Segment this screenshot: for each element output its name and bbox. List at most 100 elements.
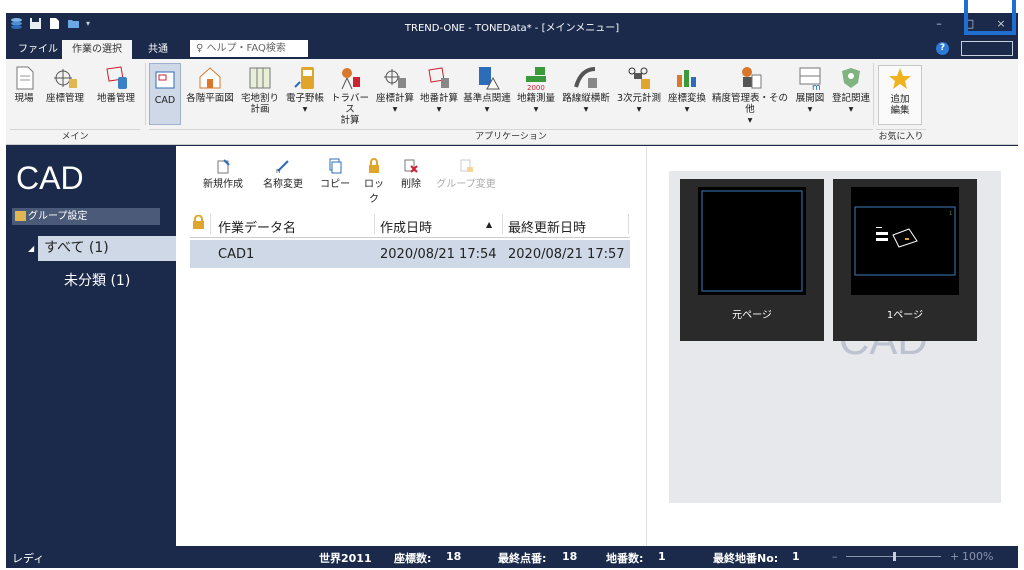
tab-file[interactable]: ファイル [8,40,68,59]
registration-dropdown: ▾ [848,104,854,115]
control-point-icon [479,67,500,90]
column-separator [374,214,375,234]
column-header-updated[interactable]: 最終更新日時 [508,217,586,236]
group-settings-button[interactable]: グループ設定 [12,208,160,225]
thumbnail-original-page[interactable]: 元ページ [680,179,824,341]
group-settings-label: グループ設定 [28,211,88,222]
cadastral-dropdown: ▾ [533,104,539,115]
help-search-placeholder: ヘルプ・FAQ検索 [206,43,286,54]
help-icon[interactable]: ? [936,42,949,55]
thumbnail-label: 1ページ [886,310,924,321]
table-header: 作業データ名 作成日時 ▲ 最終更新日時 [190,212,630,238]
copy-icon [329,158,342,174]
star-icon [889,68,911,89]
sidebar-title: CAD [16,160,84,196]
control-point-button[interactable]: 基準点関連 ▾ [461,65,513,115]
lot-plan-button[interactable]: 宅地割り 計画 [237,65,283,115]
svg-text:n: n [276,167,280,174]
lot-manage-button[interactable]: 地番管理 [92,65,140,104]
registration-button[interactable]: 登記関連 ▾ [829,65,873,115]
tree-item-all[interactable]: すべて (1) [38,236,176,261]
tab-common[interactable]: 共通 [138,40,178,59]
menu-bar: ファイル 作業の選択 共通 ♀ ヘルプ・FAQ検索 ? [6,37,1018,59]
tree-expand-arrow-icon[interactable]: ◢ [28,244,34,253]
zoom-in-button[interactable]: + [950,550,959,563]
3d-measure-button[interactable]: 3次元計測 ▾ [613,65,665,115]
account-box[interactable] [961,41,1013,56]
lot-calc-icon [428,67,449,88]
new-icon [217,159,230,174]
development-icon: m [799,67,821,91]
lock-icon [369,158,379,173]
coord-calc-icon [384,69,406,88]
lock-button[interactable]: ロック [360,158,388,205]
minimize-button[interactable]: – [929,17,949,30]
copy-button[interactable]: コピー [318,158,352,190]
lightbulb-icon: ♀ [196,43,207,54]
traverse-button[interactable]: トラバース 計算 [327,65,373,126]
accuracy-table-button[interactable]: 精度管理表・その他 ▾ [709,65,791,126]
svg-text:1: 1 [949,211,952,217]
accuracy-icon [742,67,762,89]
traverse-icon [341,68,360,90]
site-label: 現場 [14,93,34,104]
ribbon-group-favorites: 追加 編集 お気に入り [876,63,926,143]
help-search-input[interactable]: ♀ ヘルプ・FAQ検索 [190,40,308,57]
site-button[interactable]: 現場 [10,65,38,104]
table-row[interactable]: CAD1 2020/08/21 17:54 2020/08/21 17:57 [190,240,630,268]
rename-button[interactable]: n 名称変更 [258,158,308,190]
coord-manage-label: 座標管理 [45,93,84,104]
drone-icon [628,67,650,89]
accuracy-label: 精度管理表・その他 [711,93,788,115]
coord-transform-button[interactable]: 座標変換 ▾ [665,65,709,115]
cad-icon [155,71,175,89]
fav-label2: 編集 [890,105,910,116]
cad-button[interactable]: CAD [149,63,181,125]
lot-plan-label2: 計画 [250,104,270,115]
row-name: CAD1 [218,247,255,262]
registration-icon [842,68,860,88]
development-view-button[interactable]: m 展開図 ▾ [791,65,829,115]
group-change-button[interactable]: グループ変更 [434,158,498,190]
ribbon-group-application: CAD 各階平面図 宅地割り 計画 電子野帳 ▾ トラバース 計算 座標計算 ▾… [149,63,873,143]
tab-work-select[interactable]: 作業の選択 [62,40,132,59]
add-edit-favorite-button[interactable]: 追加 編集 [878,65,922,125]
coord-transform-label: 座標変換 [667,93,706,104]
cadastral-label: 地籍測量 [516,93,555,104]
tree-item-uncategorized[interactable]: 未分類 (1) [64,270,130,290]
cadastral-icon: 2000 [526,67,546,91]
ribbon: 現場 座標管理 地番管理 メイン CAD 各階平面図 宅地割り 計画 電子野帳 … [6,59,1018,145]
lot-calc-dropdown: ▾ [436,104,442,115]
lot-calc-label: 地番計算 [419,93,458,104]
application-group-label: アプリケーション [149,129,873,143]
thumbnail-page-1[interactable]: 1 1ページ [833,179,977,341]
group-change-icon [460,159,473,172]
route-section-button[interactable]: 路線縦横断 ▾ [559,65,613,115]
registration-label: 登記関連 [831,93,870,104]
field-book-button[interactable]: 電子野帳 ▾ [283,65,327,115]
cadastral-survey-button[interactable]: 2000 地籍測量 ▾ [513,65,559,115]
favorites-group-label: お気に入り [876,129,926,143]
zoom-out-button[interactable]: – [832,550,838,563]
column-header-name[interactable]: 作業データ名 [218,217,296,236]
coord-calc-label: 座標計算 [375,93,414,104]
status-last-point-value: 18 [562,550,578,563]
lot-manage-label: 地番管理 [96,93,135,104]
coord-manage-button[interactable]: 座標管理 [40,65,90,104]
column-header-created[interactable]: 作成日時 [380,217,432,236]
status-coord-count-value: 18 [446,550,462,563]
floor-plan-label: 各階平面図 [186,93,234,104]
delete-button[interactable]: 削除 [396,158,426,190]
delete-icon [404,159,418,173]
coord-calc-button[interactable]: 座標計算 ▾ [373,65,417,115]
new-button[interactable]: 新規作成 [198,158,248,190]
lot-plan-label1: 宅地割り [240,93,279,104]
development-label: 展開図 [795,93,825,104]
ribbon-separator [145,63,146,125]
lot-calc-button[interactable]: 地番計算 ▾ [417,65,461,115]
zoom-slider-thumb[interactable] [893,552,896,561]
floor-plan-button[interactable]: 各階平面図 [183,65,237,104]
status-last-lot-label: 最終地番No: [713,552,779,565]
thumbnail-label: 元ページ [732,310,772,321]
cad-label: CAD [154,95,176,106]
